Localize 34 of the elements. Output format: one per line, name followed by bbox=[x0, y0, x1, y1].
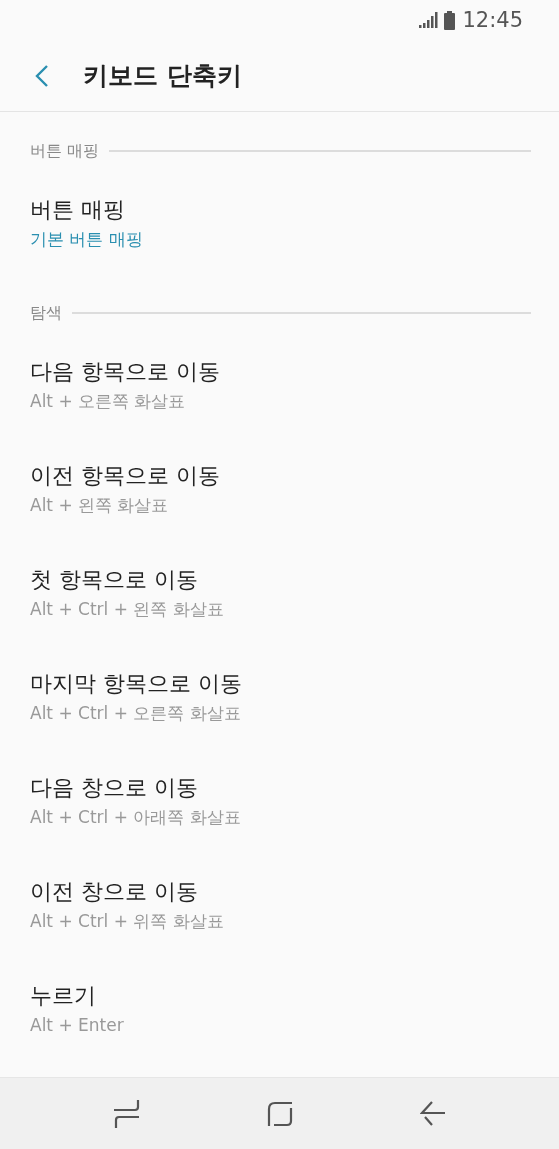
screen-title: 키보드 단축키 bbox=[83, 60, 242, 92]
item-summary: Alt + Ctrl + 왼쪽 화살표 bbox=[30, 598, 225, 621]
settings-item[interactable]: 첫 항목으로 이동 Alt + Ctrl + 왼쪽 화살표 bbox=[0, 541, 559, 645]
settings-item[interactable]: 마지막 항목으로 이동 Alt + Ctrl + 오른쪽 화살표 bbox=[0, 645, 559, 749]
home-icon[interactable] bbox=[266, 1100, 293, 1127]
section-header: 버튼 매핑 bbox=[30, 140, 100, 162]
settings-item[interactable]: 이전 항목으로 이동 Alt + 왼쪽 화살표 bbox=[0, 437, 559, 541]
settings-item[interactable]: 이전 창으로 이동 Alt + Ctrl + 위쪽 화살표 bbox=[0, 853, 559, 957]
status-time: 12:45 bbox=[462, 8, 523, 32]
signal-icon bbox=[419, 12, 440, 28]
settings-item[interactable]: 다음 창으로 이동 Alt + Ctrl + 아래쪽 화살표 bbox=[0, 749, 559, 853]
item-summary: Alt + 오른쪽 화살표 bbox=[30, 390, 187, 413]
battery-icon bbox=[444, 10, 456, 30]
item-summary: 기본 버튼 매핑 bbox=[30, 228, 144, 251]
item-title: 첫 항목으로 이동 bbox=[30, 566, 199, 594]
settings-item[interactable]: 버튼 매핑 기본 버튼 매핑 bbox=[0, 171, 559, 275]
item-summary: Alt + 왼쪽 화살표 bbox=[30, 494, 170, 517]
item-title: 다음 항목으로 이동 bbox=[30, 358, 221, 386]
back-icon[interactable] bbox=[419, 1100, 446, 1127]
item-title: 누르기 bbox=[30, 982, 97, 1010]
recent-apps-icon[interactable] bbox=[113, 1099, 140, 1128]
item-title: 마지막 항목으로 이동 bbox=[30, 670, 243, 698]
item-summary: Alt + Ctrl + 아래쪽 화살표 bbox=[30, 806, 242, 829]
settings-item[interactable]: 다음 항목으로 이동 Alt + 오른쪽 화살표 bbox=[0, 333, 559, 437]
back-icon bbox=[35, 63, 49, 88]
settings-item[interactable]: 누르기 Alt + Enter bbox=[0, 957, 559, 1061]
item-summary: Alt + Ctrl + 위쪽 화살표 bbox=[30, 910, 225, 933]
section-header: 탐색 bbox=[30, 302, 62, 324]
item-title: 버튼 매핑 bbox=[30, 196, 126, 224]
item-summary: Alt + Ctrl + 오른쪽 화살표 bbox=[30, 702, 242, 725]
item-title: 이전 항목으로 이동 bbox=[30, 462, 221, 490]
item-title: 이전 창으로 이동 bbox=[30, 878, 199, 906]
item-title: 다음 창으로 이동 bbox=[30, 774, 199, 802]
item-summary: Alt + Enter bbox=[30, 1014, 125, 1037]
